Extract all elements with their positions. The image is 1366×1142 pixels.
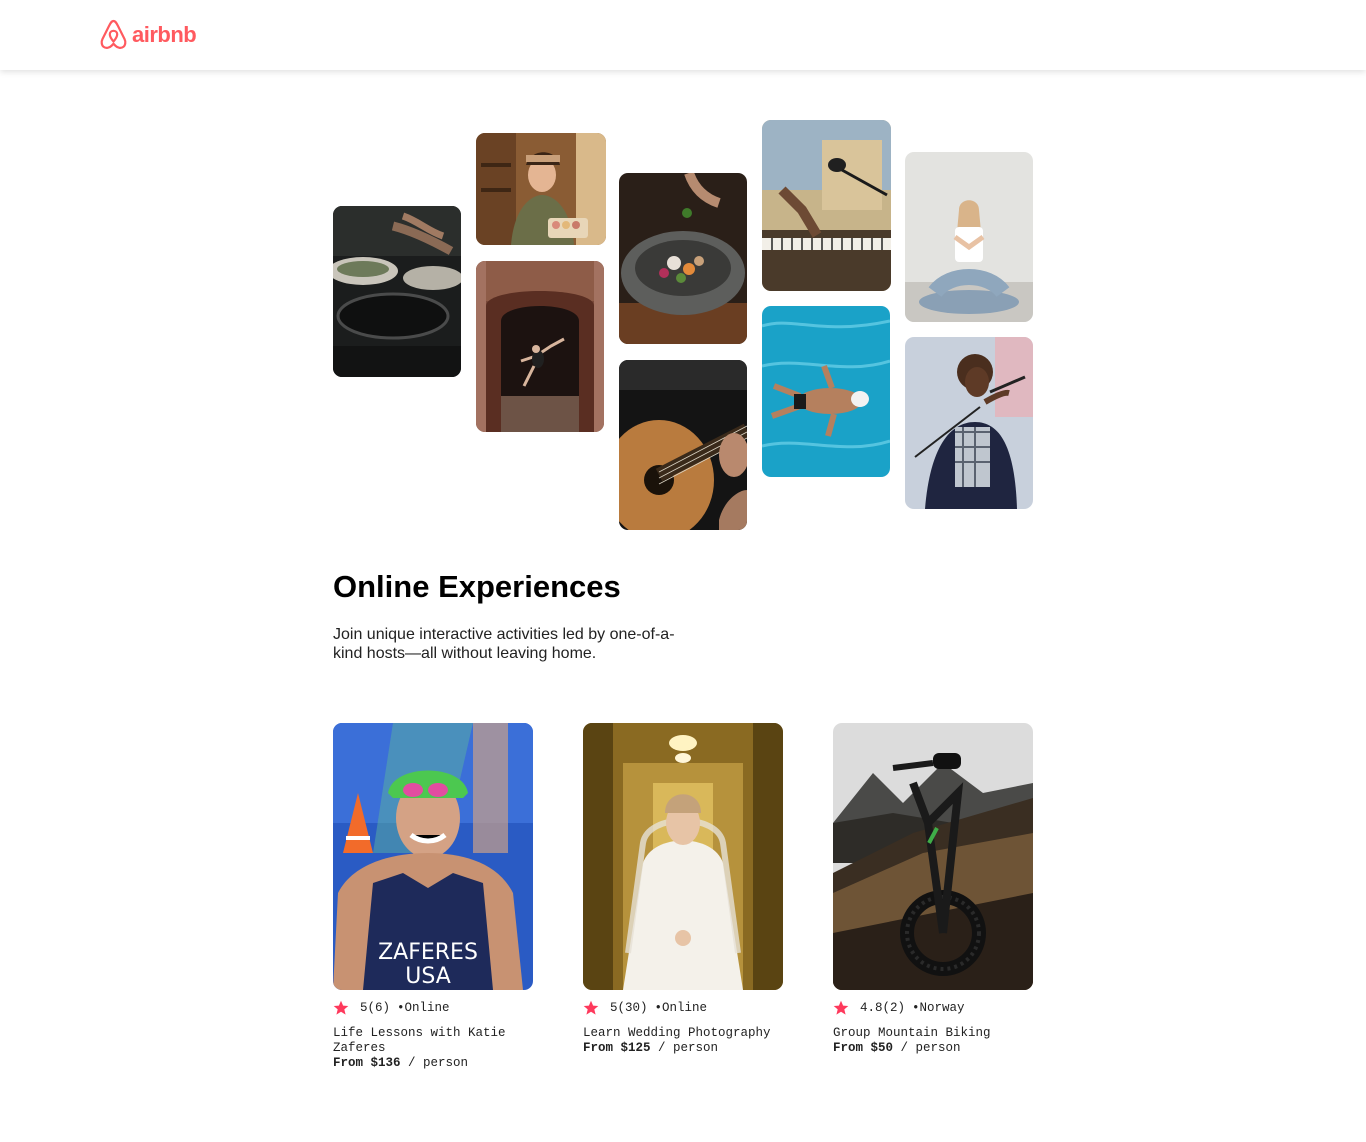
star-icon bbox=[833, 1000, 849, 1015]
brand-name: airbnb bbox=[132, 21, 197, 47]
price-unit: / person bbox=[893, 1041, 961, 1055]
card-image[interactable] bbox=[833, 723, 1033, 990]
star-icon bbox=[333, 1000, 349, 1015]
card-stats: 4.8 (2) •Norway bbox=[833, 1000, 1033, 1016]
card-price: From $125 / person bbox=[583, 1041, 783, 1056]
singer-photo bbox=[905, 337, 1033, 509]
jersey-text-1: ZAFERES bbox=[378, 940, 478, 965]
location: •Online bbox=[397, 1001, 450, 1015]
navbar: airbnb bbox=[0, 0, 1366, 70]
card-title[interactable]: Life Lessons with Katie Zaferes bbox=[333, 1026, 533, 1056]
card-image[interactable] bbox=[583, 723, 783, 990]
price-label: From $125 bbox=[583, 1041, 651, 1055]
swimmer-photo bbox=[762, 306, 890, 477]
card-price: From $136 / person bbox=[333, 1056, 533, 1071]
review-count: (2) bbox=[882, 1001, 906, 1015]
page-title: Online Experiences bbox=[333, 569, 621, 604]
card-image[interactable]: ZAFERES USA bbox=[333, 723, 533, 990]
price-unit: / person bbox=[400, 1056, 469, 1070]
piano-microphone-photo bbox=[762, 120, 891, 291]
airbnb-logo-icon bbox=[100, 19, 127, 49]
card-price: From $50 / person bbox=[833, 1041, 1033, 1056]
rating: 5 bbox=[360, 1001, 368, 1015]
experience-card[interactable]: ZAFERES USA 5 (6) •Online Life Lessons w… bbox=[333, 723, 533, 1071]
star-icon bbox=[583, 1000, 599, 1015]
review-count: (30) bbox=[617, 1001, 648, 1015]
price-label: From $136 bbox=[333, 1056, 401, 1070]
guitar-photo bbox=[619, 360, 747, 530]
airbnb-logo[interactable]: airbnb bbox=[99, 19, 197, 50]
location: •Norway bbox=[912, 1001, 965, 1015]
location: •Online bbox=[654, 1001, 708, 1015]
card-stats: 5 (6) •Online bbox=[333, 1000, 533, 1016]
review-count: (6) bbox=[367, 1001, 391, 1015]
page-subtitle: Join unique interactive activities led b… bbox=[333, 626, 675, 662]
experience-card[interactable]: 4.8 (2) •Norway Group Mountain Biking Fr… bbox=[833, 723, 1033, 1056]
price-label: From $50 bbox=[833, 1041, 894, 1055]
rating: 5 bbox=[610, 1001, 618, 1015]
dancer-doorway-photo bbox=[476, 261, 604, 432]
price-unit: / person bbox=[650, 1041, 719, 1055]
baker-woman-photo bbox=[476, 133, 606, 245]
rating: 4.8 bbox=[860, 1001, 883, 1015]
jersey-text-2: USA bbox=[405, 964, 451, 989]
card-stats: 5 (30) •Online bbox=[583, 1000, 783, 1016]
card-title[interactable]: Learn Wedding Photography bbox=[583, 1026, 783, 1041]
card-title[interactable]: Group Mountain Biking bbox=[833, 1026, 1033, 1041]
cooking-photo bbox=[333, 206, 461, 377]
experience-card[interactable]: 5 (30) •Online Learn Wedding Photography… bbox=[583, 723, 783, 1056]
dish-bowl-photo bbox=[619, 173, 747, 344]
yoga-photo bbox=[905, 152, 1033, 322]
